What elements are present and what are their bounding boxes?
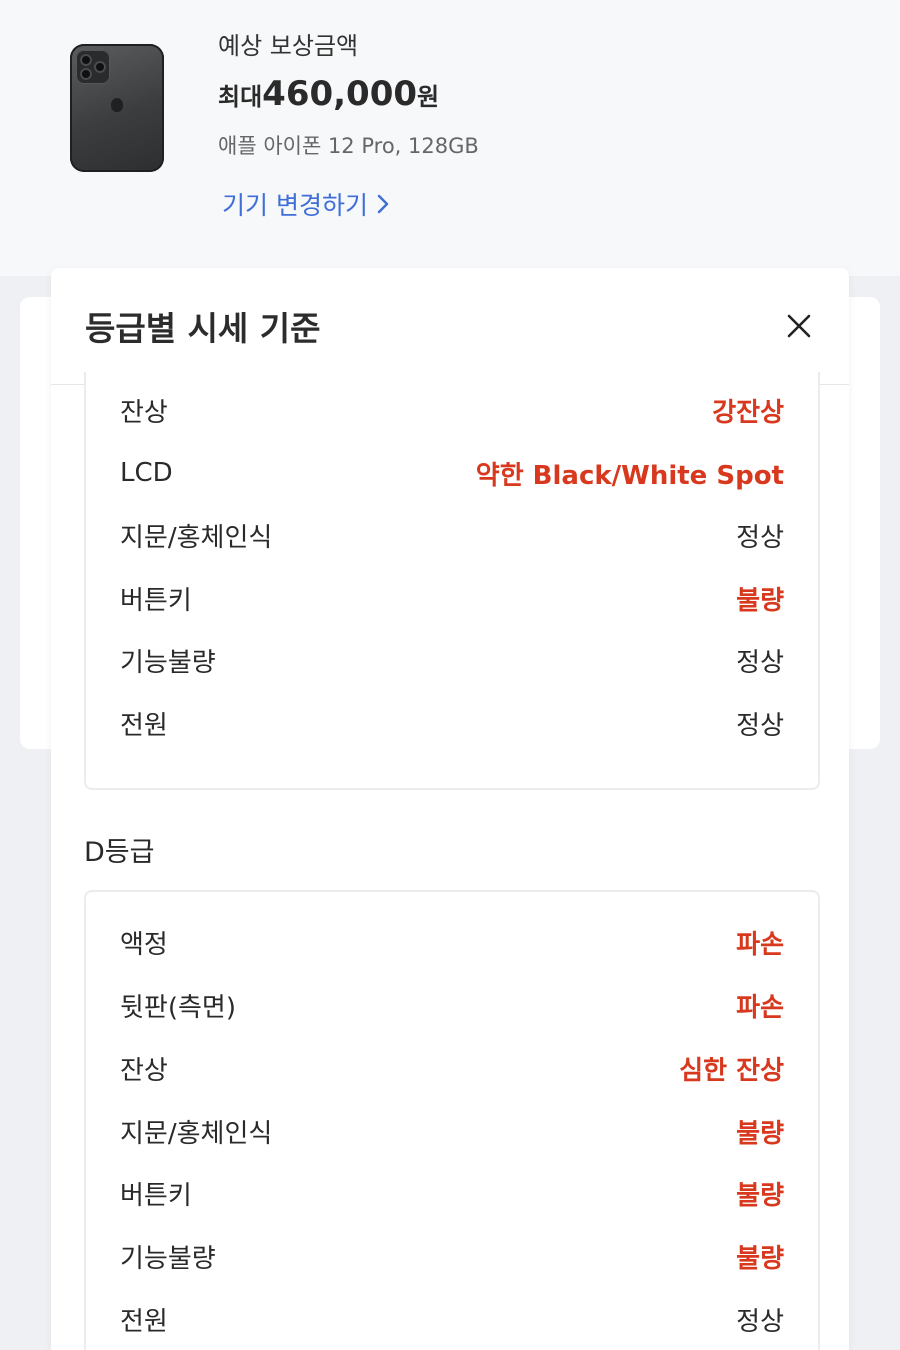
condition-label: 버튼키	[120, 585, 192, 616]
condition-label: 전원	[120, 1306, 168, 1337]
model-name: 애플 아이폰 12 Pro, 128GB	[218, 134, 479, 158]
condition-value: 정상	[736, 710, 784, 741]
close-icon	[787, 314, 811, 338]
grade-price-modal: 등급별 시세 기준 잔상 강잔상 LCD 약한 Black/White Spot 지문/…	[51, 268, 849, 1350]
condition-row: 잔상 강잔상	[120, 390, 784, 430]
condition-row: 전원 정상	[120, 703, 784, 743]
condition-label: 뒷판(측면)	[120, 992, 236, 1023]
condition-label: LCD	[120, 458, 173, 488]
condition-row: 액정 파손	[120, 922, 784, 962]
condition-label: 잔상	[120, 397, 168, 428]
condition-label: 기능불량	[120, 647, 216, 678]
condition-value: 심한 잔상	[679, 1055, 784, 1086]
chevron-right-icon	[377, 194, 389, 214]
condition-row: 버튼키 불량	[120, 578, 784, 618]
price-amount: 460,000	[262, 74, 418, 114]
condition-row: 지문/홍체인식 불량	[120, 1111, 784, 1151]
condition-value: 정상	[736, 522, 784, 553]
condition-label: 버튼키	[120, 1180, 192, 1211]
condition-row: 버튼키 불량	[120, 1173, 784, 1213]
condition-label: 잔상	[120, 1055, 168, 1086]
condition-row: 뒷판(측면) 파손	[120, 985, 784, 1025]
condition-label: 전원	[120, 710, 168, 741]
condition-row: 지문/홍체인식 정상	[120, 515, 784, 555]
condition-row: 잔상 심한 잔상	[120, 1048, 784, 1088]
condition-row: 기능불량 정상	[120, 640, 784, 680]
condition-value: 정상	[736, 647, 784, 678]
condition-label: 지문/홍체인식	[120, 522, 273, 553]
phone-image	[70, 44, 164, 172]
section-title-d: D등급	[84, 837, 155, 868]
condition-value: 정상	[736, 1306, 784, 1337]
condition-label: 액정	[120, 929, 168, 960]
price-unit: 원	[417, 83, 440, 111]
condition-value: 파손	[736, 929, 784, 960]
change-device-label: 기기 변경하기	[222, 191, 368, 220]
header-area: 예상 보상금액 최대460,000원 애플 아이폰 12 Pro, 128GB …	[0, 0, 900, 276]
price-prefix: 최대	[218, 83, 263, 111]
change-device-link[interactable]: 기기 변경하기	[222, 186, 390, 222]
condition-value: 불량	[736, 1243, 784, 1274]
modal-title: 등급별 시세 기준	[85, 309, 321, 348]
condition-value: 불량	[736, 1118, 784, 1149]
condition-row: LCD 약한 Black/White Spot	[120, 453, 784, 493]
condition-value: 약한 Black/White Spot	[475, 460, 784, 491]
condition-row: 기능불량 불량	[120, 1236, 784, 1276]
condition-value: 강잔상	[712, 397, 784, 428]
close-button[interactable]	[783, 310, 815, 342]
grade-card: 잔상 강잔상 LCD 약한 Black/White Spot 지문/홍체인식 정상 버튼키 불…	[84, 372, 820, 790]
condition-label: 기능불량	[120, 1243, 216, 1274]
price: 최대460,000원	[218, 74, 439, 114]
condition-value: 불량	[736, 585, 784, 616]
condition-label: 지문/홍체인식	[120, 1118, 273, 1149]
grade-card-d: 액정 파손 뒷판(측면) 파손 잔상 심한 잔상 지문/홍체인식 불량 버튼키 불량 기능불량 불량 전…	[84, 890, 820, 1350]
condition-value: 불량	[736, 1180, 784, 1211]
condition-value: 파손	[736, 992, 784, 1023]
modal-header: 등급별 시세 기준	[51, 268, 849, 385]
apple-logo-icon	[111, 98, 123, 112]
estimate-label: 예상 보상금액	[218, 32, 359, 60]
camera-bump	[76, 50, 110, 84]
condition-row: 전원 정상	[120, 1299, 784, 1339]
